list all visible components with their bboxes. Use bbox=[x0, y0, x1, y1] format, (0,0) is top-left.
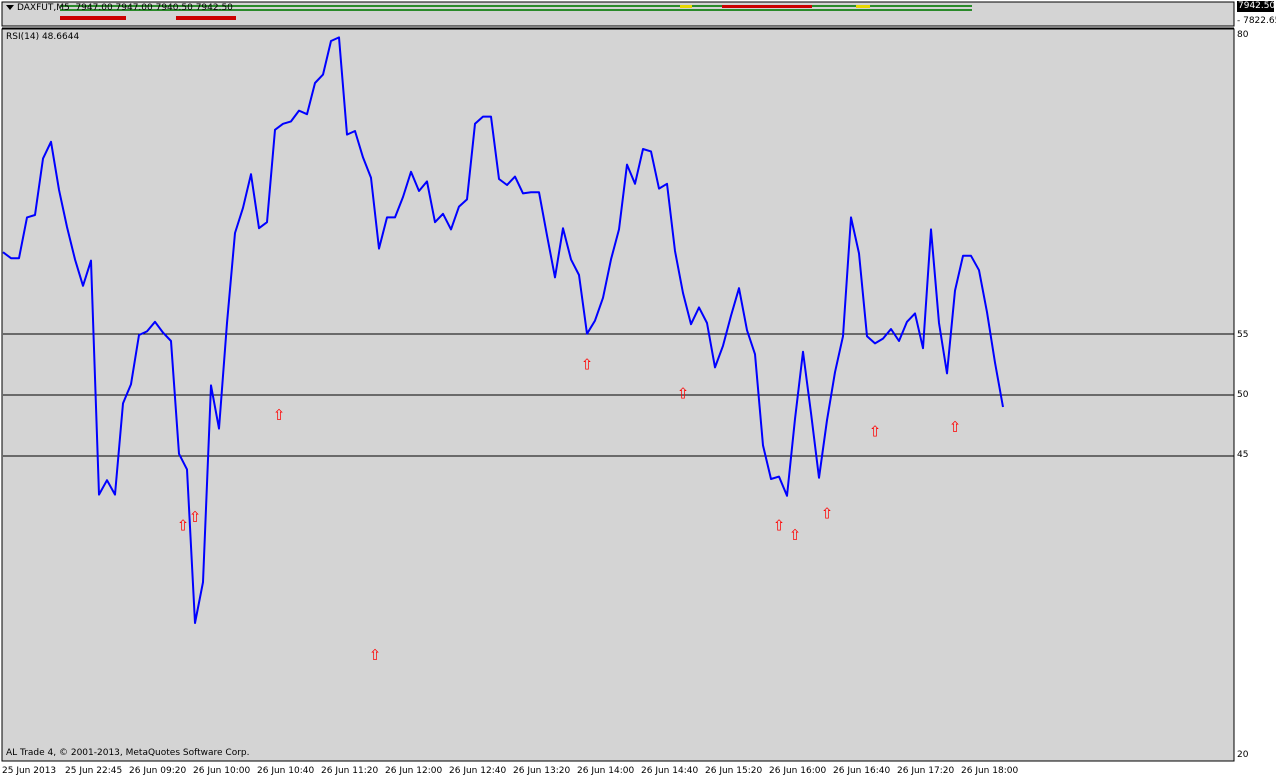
chart-title: DAXFUT,M5 7947.00 7947.00 7940.50 7942.5… bbox=[6, 3, 233, 14]
buy-signal-arrow-icon: ⇧ bbox=[949, 418, 962, 436]
price-panel-red-mark bbox=[176, 16, 236, 20]
collapse-arrow-icon[interactable] bbox=[6, 5, 14, 10]
buy-signal-arrow-icon: ⇧ bbox=[189, 508, 202, 526]
indicator-label: RSI(14) 48.6644 bbox=[6, 32, 80, 42]
buy-signal-arrow-icon: ⇧ bbox=[789, 526, 802, 544]
x-tick-label: 25 Jun 22:45 bbox=[65, 766, 123, 776]
price-panel-red-mark bbox=[722, 5, 812, 8]
y-tick-label: 45 bbox=[1237, 450, 1249, 460]
x-tick-label: 26 Jun 18:00 bbox=[961, 766, 1019, 776]
symbol-label: DAXFUT,M5 bbox=[17, 3, 70, 13]
buy-signal-arrow-icon: ⇧ bbox=[581, 356, 594, 374]
y-tick-label: 55 bbox=[1237, 330, 1249, 340]
buy-signal-arrow-icon: ⇧ bbox=[273, 406, 286, 424]
buy-signal-arrow-icon: ⇧ bbox=[773, 516, 786, 534]
price-panel-red-mark bbox=[60, 16, 126, 20]
buy-signal-arrow-icon: ⇧ bbox=[677, 384, 690, 402]
buy-signal-arrow-icon: ⇧ bbox=[869, 423, 882, 441]
x-tick-label: 26 Jun 12:00 bbox=[385, 766, 443, 776]
price-panel-yellow-mark bbox=[856, 5, 870, 8]
y-tick-label: 20 bbox=[1237, 750, 1249, 760]
buy-signal-arrow-icon: ⇧ bbox=[177, 516, 190, 534]
price-level-value: 7822.65 bbox=[1243, 16, 1276, 26]
ohlc-values: 7947.00 7947.00 7940.50 7942.50 bbox=[75, 3, 233, 13]
x-tick-label: 26 Jun 14:00 bbox=[577, 766, 635, 776]
x-tick-label: 26 Jun 11:20 bbox=[321, 766, 379, 776]
y-tick-label: 50 bbox=[1237, 390, 1249, 400]
x-tick-label: 26 Jun 10:00 bbox=[193, 766, 251, 776]
x-tick-label: 26 Jun 12:40 bbox=[449, 766, 507, 776]
x-tick-label: 26 Jun 15:20 bbox=[705, 766, 763, 776]
x-tick-label: 26 Jun 16:40 bbox=[833, 766, 891, 776]
price-badge: 7942.50 bbox=[1237, 1, 1276, 12]
x-tick-label: 26 Jun 09:20 bbox=[129, 766, 187, 776]
price-level-label: - 7822.65 bbox=[1237, 16, 1276, 27]
buy-signal-arrow-icon: ⇧ bbox=[821, 504, 834, 522]
buy-signal-arrow-icon: ⇧ bbox=[369, 646, 382, 664]
y-tick-label: 80 bbox=[1237, 30, 1249, 40]
copyright-text: AL Trade 4, © 2001-2013, MetaQuotes Soft… bbox=[6, 748, 250, 758]
chart-canvas: ⇧ ⇧⇧⇧⇧⇧⇧⇧⇧⇧ ⇧ bbox=[1, 1, 1235, 762]
x-tick-label: 26 Jun 13:20 bbox=[513, 766, 571, 776]
x-tick-label: 26 Jun 10:40 bbox=[257, 766, 315, 776]
x-tick-label: 25 Jun 2013 bbox=[2, 766, 57, 776]
x-tick-label: 26 Jun 14:40 bbox=[641, 766, 699, 776]
price-panel-yellow-mark bbox=[680, 5, 692, 8]
x-tick-label: 26 Jun 16:00 bbox=[769, 766, 827, 776]
x-tick-label: 26 Jun 17:20 bbox=[897, 766, 955, 776]
